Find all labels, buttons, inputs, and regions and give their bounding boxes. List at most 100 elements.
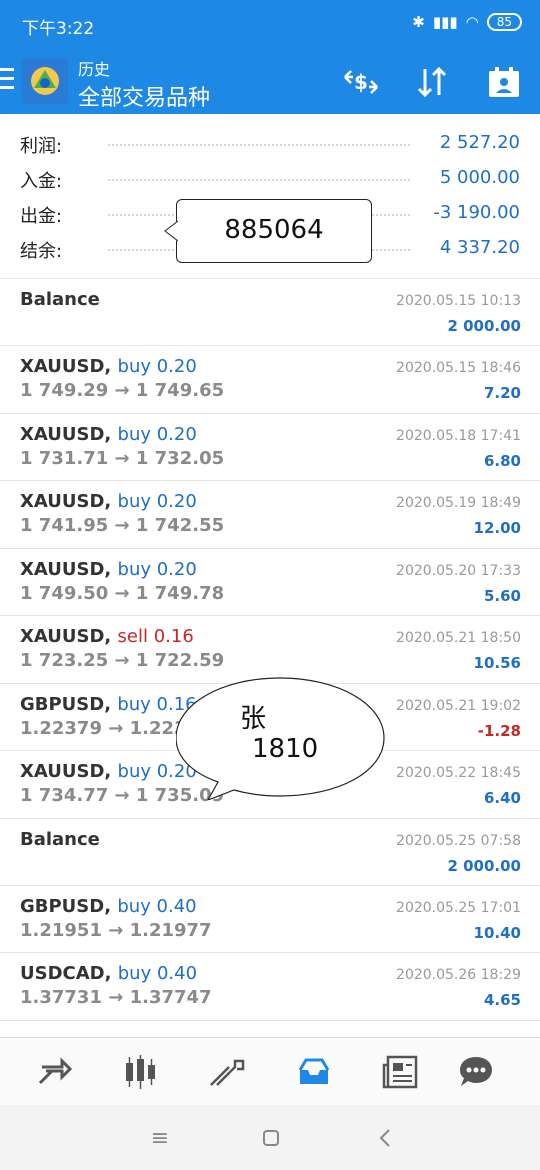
deal-title: GBPUSD, buy 0.40	[20, 896, 197, 917]
currency-exchange-icon[interactable]: $	[341, 62, 381, 102]
deal-symbol: XAUUSD,	[20, 423, 112, 445]
back-icon[interactable]	[370, 1125, 400, 1151]
symbol-filter[interactable]: 全部交易品种	[78, 80, 210, 112]
deal-row[interactable]: XAUUSD, buy 0.20 1 741.95 → 1 742.55 202…	[0, 480, 540, 548]
summary-label: 结余:	[20, 241, 63, 262]
summary-value: -3 190.00	[433, 202, 520, 223]
dotted-leader	[108, 179, 410, 181]
history-icon[interactable]	[294, 1052, 334, 1092]
deal-prices: 1 723.25 → 1 722.59	[20, 650, 225, 671]
deal-title: USDCAD, buy 0.40	[20, 963, 197, 984]
deal-time: 2020.05.26 18:29	[396, 967, 521, 983]
deal-direction: buy 0.20	[117, 558, 197, 580]
deal-row[interactable]: XAUUSD, buy 0.20 1 749.29 → 1 749.65 202…	[0, 345, 540, 413]
deal-direction: buy 0.40	[117, 895, 197, 917]
deal-row-balance[interactable]: Balance 2020.05.25 07:58 2 000.00	[0, 817, 540, 885]
deal-time: 2020.05.15 10:13	[396, 293, 521, 309]
deal-row[interactable]: XAUUSD, buy 0.20 1 731.71 → 1 732.05 202…	[0, 412, 540, 481]
news-icon[interactable]	[380, 1052, 420, 1092]
deal-profit: -1.28	[477, 721, 521, 740]
deal-title: XAUUSD, buy 0.20	[20, 491, 197, 512]
deal-prices: 1.37731 → 1.37747	[20, 987, 212, 1008]
deal-amount: 2 000.00	[447, 856, 521, 875]
chat-icon[interactable]	[456, 1052, 496, 1092]
deal-direction: buy 0.40	[117, 963, 198, 984]
deal-row[interactable]: XAUUSD, buy 0.20 1 749.50 → 1 749.78 202…	[0, 547, 540, 616]
deal-title: XAUUSD, buy 0.20	[20, 356, 197, 377]
system-nav: ≡	[0, 1105, 540, 1170]
annotation-name: 张	[240, 704, 267, 734]
deal-profit: 6.80	[483, 451, 521, 470]
deal-profit: 12.00	[473, 519, 521, 537]
deal-time: 2020.05.18 17:41	[396, 427, 521, 444]
deal-symbol: GBPUSD,	[20, 693, 112, 715]
summary-profit: 利润: 2 527.20	[20, 126, 520, 161]
quotes-icon[interactable]	[34, 1052, 74, 1092]
calendar-icon[interactable]	[484, 62, 524, 102]
chart-icon[interactable]	[120, 1052, 160, 1092]
signal-icon: ▮▮▮	[432, 13, 458, 31]
deal-title: XAUUSD, sell 0.16	[20, 626, 194, 647]
deal-time: 2020.05.25 17:01	[396, 899, 521, 916]
annotation-number: 1810	[252, 734, 319, 764]
deal-direction: buy 0.20	[117, 356, 197, 377]
deal-symbol: XAUUSD,	[20, 491, 112, 512]
deal-time: 2020.05.22 18:45	[396, 765, 521, 781]
name-callout: 张 1810	[176, 676, 386, 800]
deal-symbol: XAUUSD,	[20, 761, 112, 782]
deal-symbol: GBPUSD,	[20, 895, 112, 917]
deal-prices: 1 749.50 → 1 749.78	[20, 582, 225, 604]
bluetooth-icon: ✱	[412, 13, 425, 31]
page-title: 历史	[78, 60, 111, 79]
deal-symbol: XAUUSD,	[20, 356, 112, 377]
sort-icon[interactable]	[412, 62, 452, 102]
deal-prices: 1 731.71 → 1 732.05	[20, 447, 225, 469]
deal-row-balance[interactable]: Balance 2020.05.15 10:13 2 000.00	[0, 278, 540, 345]
summary-label: 利润:	[20, 136, 63, 157]
deal-symbol: XAUUSD,	[20, 558, 112, 580]
summary-value: 2 527.20	[439, 132, 520, 153]
deal-prices: 1.22379 → 1.2237	[20, 717, 200, 739]
summary-label: 出金:	[20, 206, 63, 227]
deal-prices: 1.21951 → 1.21977	[20, 919, 212, 941]
deal-prices: 1 749.29 → 1 749.65	[20, 380, 225, 401]
deal-row[interactable]: GBPUSD, buy 0.40 1.21951 → 1.21977 2020.…	[0, 884, 540, 953]
battery-icon: 85	[486, 13, 522, 31]
deal-symbol: Balance	[20, 289, 100, 310]
status-icons: ✱ ▮▮▮ ◠ 85	[412, 13, 522, 31]
summary-value: 4 337.20	[439, 237, 520, 258]
deal-time: 2020.05.20 17:33	[396, 562, 521, 579]
menu-icon[interactable]	[0, 68, 16, 96]
deal-profit: 4.65	[483, 991, 521, 1009]
status-bar: 下午3:22 ✱ ▮▮▮ ◠ 85	[0, 0, 540, 50]
trade-icon[interactable]	[207, 1052, 247, 1092]
deal-symbol: USDCAD,	[20, 963, 112, 984]
deal-time: 2020.05.21 18:50	[396, 630, 521, 646]
deal-profit: 10.40	[473, 923, 521, 942]
wifi-icon: ◠	[465, 13, 479, 31]
deal-profit: 7.20	[483, 384, 521, 402]
dotted-leader	[108, 144, 410, 146]
deal-amount: 2 000.00	[447, 317, 521, 335]
deal-prices: 1 741.95 → 1 742.55	[20, 515, 225, 536]
svg-text:$: $	[354, 70, 368, 94]
status-time: 下午3:22	[22, 19, 95, 39]
deal-row[interactable]: XAUUSD, sell 0.16 1 723.25 → 1 722.59 20…	[0, 615, 540, 683]
deal-profit: 5.60	[483, 586, 521, 605]
summary-deposit: 入金: 5 000.00	[20, 161, 520, 196]
deal-direction: buy 0.20	[117, 423, 197, 445]
deal-time: 2020.05.19 18:49	[396, 495, 521, 511]
deal-profit: 6.40	[483, 789, 521, 807]
deal-title: XAUUSD, buy 0.20	[20, 424, 197, 445]
menu-icon[interactable]: ≡	[145, 1125, 175, 1151]
app-header: 历史 全部交易品种 $	[0, 50, 540, 114]
app-logo	[22, 58, 68, 104]
deal-time: 2020.05.15 18:46	[396, 360, 521, 376]
bottom-nav	[0, 1037, 540, 1105]
home-icon[interactable]	[256, 1125, 286, 1151]
deal-row[interactable]: USDCAD, buy 0.40 1.37731 → 1.37747 2020.…	[0, 952, 540, 1020]
deal-list[interactable]: Balance 2020.05.15 10:13 2 000.00 XAUUSD…	[0, 278, 540, 1040]
deal-profit: 10.56	[473, 654, 521, 672]
deal-symbol: XAUUSD,	[20, 626, 112, 647]
deal-title: GBPUSD, buy 0.16	[20, 694, 197, 715]
